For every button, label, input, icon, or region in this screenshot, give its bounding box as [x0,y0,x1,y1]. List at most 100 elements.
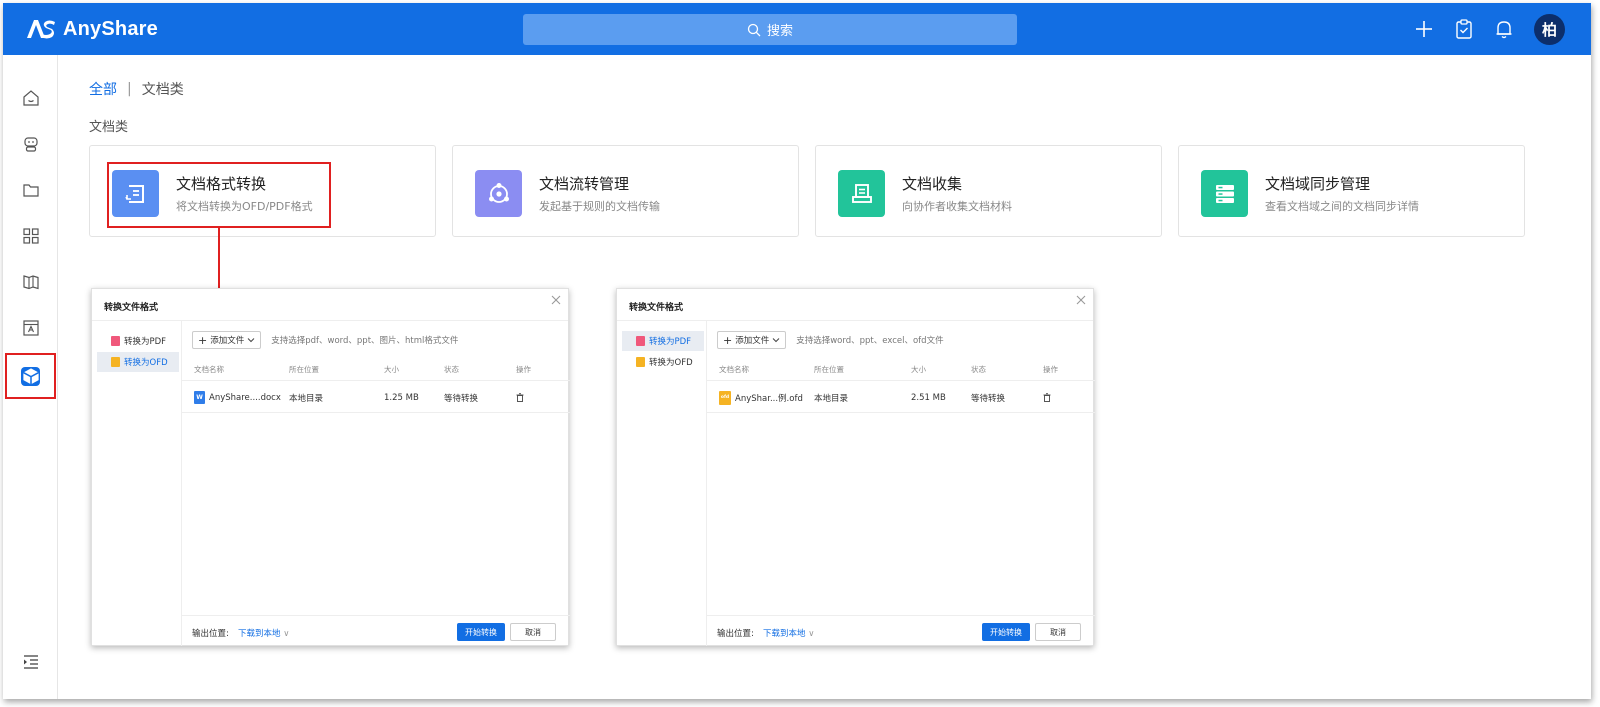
col-size: 大小 [384,365,399,374]
tab-label: 转换为OFD [124,358,168,368]
highlight-box [107,162,331,228]
folder-icon [22,184,39,197]
cancel-button[interactable]: 取消 [1035,623,1081,641]
section-title: 文档类 [89,120,129,135]
start-convert-button[interactable]: 开始转换 [982,623,1030,641]
table-header: 文档名称 所在位置 大小 状态 操作 [182,359,570,381]
card-title: 文档域同步管理 [1265,175,1371,193]
tab-to-ofd[interactable]: 转换为OFD [97,352,179,372]
anyshare-logo-icon [27,20,55,39]
breadcrumb-current: 文档类 [141,82,184,98]
start-convert-button[interactable]: 开始转换 [457,623,505,641]
delete-button[interactable] [516,383,524,412]
search-label: 搜索 [766,24,793,39]
output-location-label: 输出位置: [717,629,754,639]
col-location: 所在位置 [289,365,319,374]
grid-icon [22,228,39,244]
dialog-header: 转换文件格式 [92,289,568,321]
tab-to-ofd[interactable]: 转换为OFD [622,352,704,372]
file-name-cell: W AnyShare....docx [194,383,281,412]
sidebar-item-home[interactable] [3,75,58,121]
add-file-button[interactable]: + 添加文件 [192,331,262,349]
col-status: 状态 [444,365,459,374]
table-row[interactable]: ofd AnyShar...例.ofd 本地目录 2.51 MB 等待转换 [707,383,1095,413]
supported-types-hint: 支持选择pdf、word、ppt、图片、html格式文件 [271,336,459,346]
ofd-file-icon: ofd [719,390,731,405]
col-action: 操作 [1043,365,1058,374]
tab-label: 转换为PDF [124,337,167,347]
dialog-toolbar: + 添加文件 支持选择pdf、word、ppt、图片、html格式文件 [192,331,458,349]
tab-to-pdf[interactable]: 转换为PDF [622,331,704,351]
cancel-button[interactable]: 取消 [510,623,556,641]
close-icon[interactable] [550,294,562,306]
chevron-down-icon [247,338,255,343]
convert-dialog-ofd: 转换文件格式 转换为PDF 转换为OFD + 添加文件 支持选择pdf、word… [91,288,570,646]
add-button[interactable] [1414,19,1434,39]
tab-to-pdf[interactable]: 转换为PDF [97,331,179,351]
file-name-cell: ofd AnyShar...例.ofd [719,383,803,412]
bell-icon [1496,21,1512,39]
clipboard-check-icon [1456,19,1472,39]
app-logo[interactable]: AnyShare [25,16,158,42]
sidebar-item-robot[interactable] [3,121,58,167]
sync-icon [1201,170,1248,217]
sidebar-item-library[interactable] [3,259,58,305]
template-icon [22,320,39,336]
supported-types-hint: 支持选择word、ppt、excel、ofd文件 [796,336,944,346]
notifications-button[interactable] [1494,19,1514,39]
pdf-file-icon [111,336,120,346]
top-bar: AnyShare 搜索 柏 [3,3,1591,55]
sidebar [3,55,58,699]
file-status: 等待转换 [444,393,479,404]
breadcrumb-separator: | [127,81,132,97]
word-file-icon: W [194,391,205,404]
ofd-file-icon [111,357,120,367]
trash-icon [516,393,524,402]
tab-label: 转换为OFD [649,358,693,368]
dialog-sidebar: 转换为PDF 转换为OFD [92,321,182,646]
dialog-title: 转换文件格式 [104,303,159,313]
delete-button[interactable] [1043,383,1051,412]
card-collect[interactable]: 文档收集 向协作者收集文档材料 [815,145,1162,237]
sidebar-item-files[interactable] [3,167,58,213]
file-size: 1.25 MB [384,392,419,403]
close-icon[interactable] [1075,294,1087,306]
sidebar-item-toolbox[interactable] [5,353,56,399]
ofd-file-icon [636,357,645,367]
trash-icon [1043,393,1051,402]
sidebar-item-template[interactable] [3,305,58,351]
app-window: AnyShare 搜索 柏 全部 | 文档类 文档类 文档格式转换 将文档转换为… [3,3,1591,699]
dialog-footer: 输出位置: 下载到本地 ∨ 开始转换 取消 [707,615,1095,646]
file-location: 本地目录 [814,393,849,404]
sidebar-collapse-button[interactable] [3,639,58,685]
col-size: 大小 [911,365,926,374]
user-avatar[interactable]: 柏 [1534,13,1565,45]
tasks-button[interactable] [1454,19,1474,39]
col-status: 状态 [971,365,986,374]
plus-icon [1416,21,1432,37]
search-bar[interactable]: 搜索 [523,14,1017,45]
plus-icon: + [198,333,208,347]
sidebar-item-apps[interactable] [3,213,58,259]
file-name: AnyShar...例.ofd [735,393,803,404]
file-status: 等待转换 [971,393,1006,404]
dialog-sidebar: 转换为PDF 转换为OFD [617,321,707,646]
chevron-down-icon: ∨ [283,629,290,639]
flow-icon [475,170,522,217]
output-location-select[interactable]: 下载到本地 ∨ [238,627,289,639]
output-location-select[interactable]: 下载到本地 ∨ [763,627,814,639]
dialog-footer: 输出位置: 下载到本地 ∨ 开始转换 取消 [182,615,570,646]
chevron-down-icon [772,338,780,343]
output-location-label: 输出位置: [192,629,229,639]
annotation-arrow-line [218,228,220,290]
breadcrumb-root[interactable]: 全部 [89,79,117,99]
card-desc: 发起基于规则的文档传输 [539,200,660,213]
card-flow-manage[interactable]: 文档流转管理 发起基于规则的文档传输 [452,145,799,237]
table-row[interactable]: W AnyShare....docx 本地目录 1.25 MB 等待转换 [182,383,570,413]
file-location: 本地目录 [289,393,324,404]
card-domain-sync[interactable]: 文档域同步管理 查看文档域之间的文档同步详情 [1178,145,1525,237]
robot-icon [23,137,38,152]
add-file-button[interactable]: + 添加文件 [717,331,787,349]
cube-icon [21,366,40,386]
collapse-menu-icon [23,655,38,669]
